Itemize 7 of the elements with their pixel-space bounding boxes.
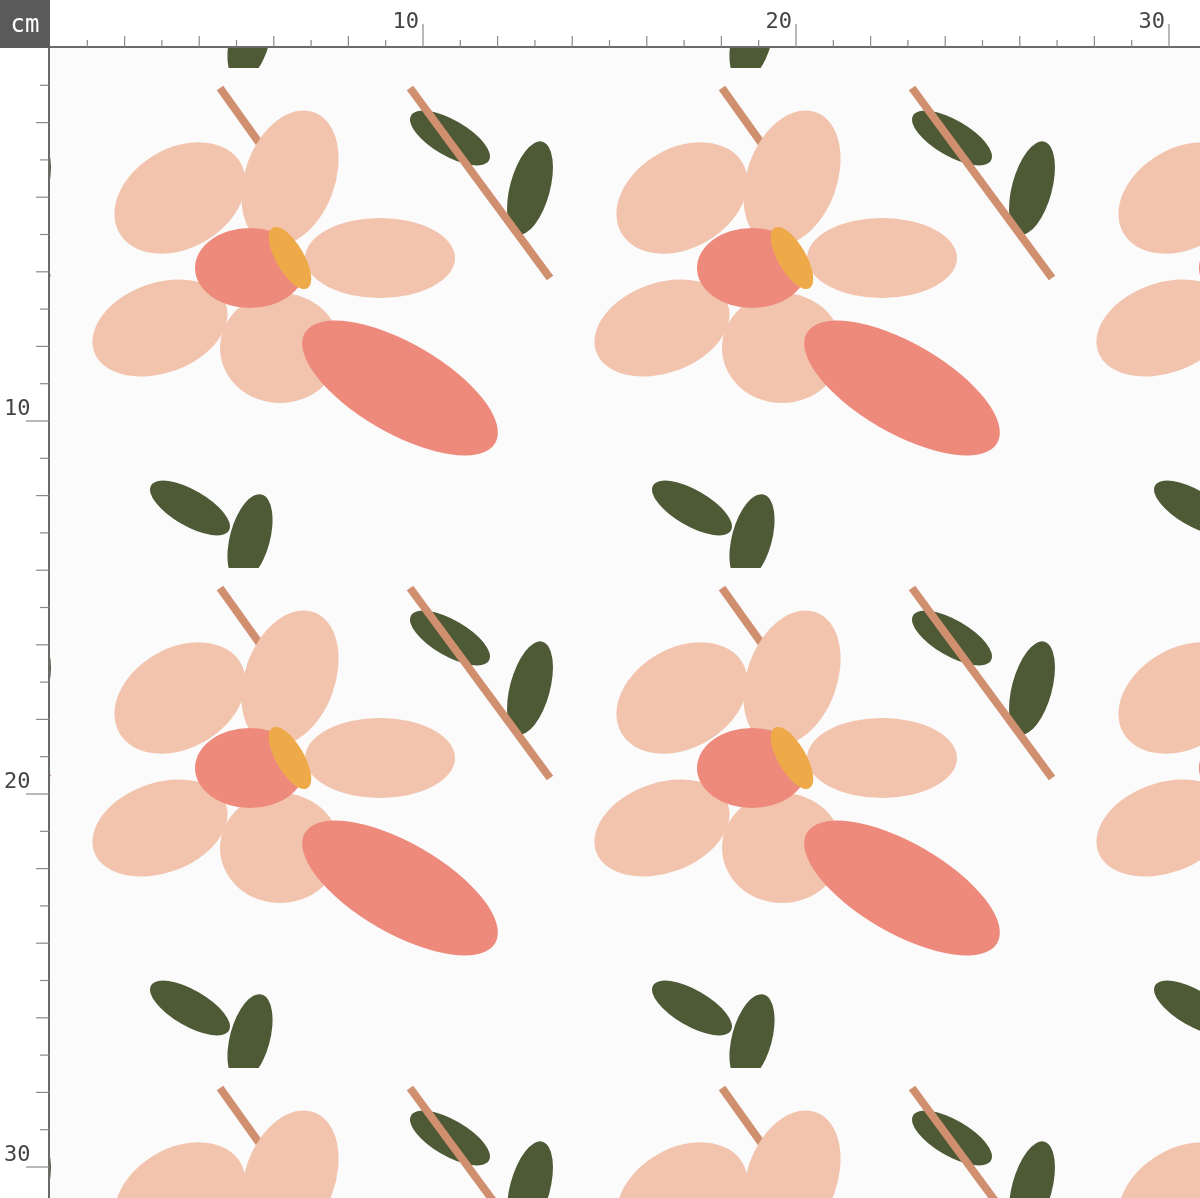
ruler-label: 30 [4,1141,31,1166]
unit-label: cm [0,0,50,48]
ruler-label: 30 [1138,8,1165,33]
ruler-label: 20 [4,768,31,793]
ruler-label: 20 [765,8,792,33]
ruler-label: 10 [392,8,419,33]
ruler-label: 10 [4,395,31,420]
